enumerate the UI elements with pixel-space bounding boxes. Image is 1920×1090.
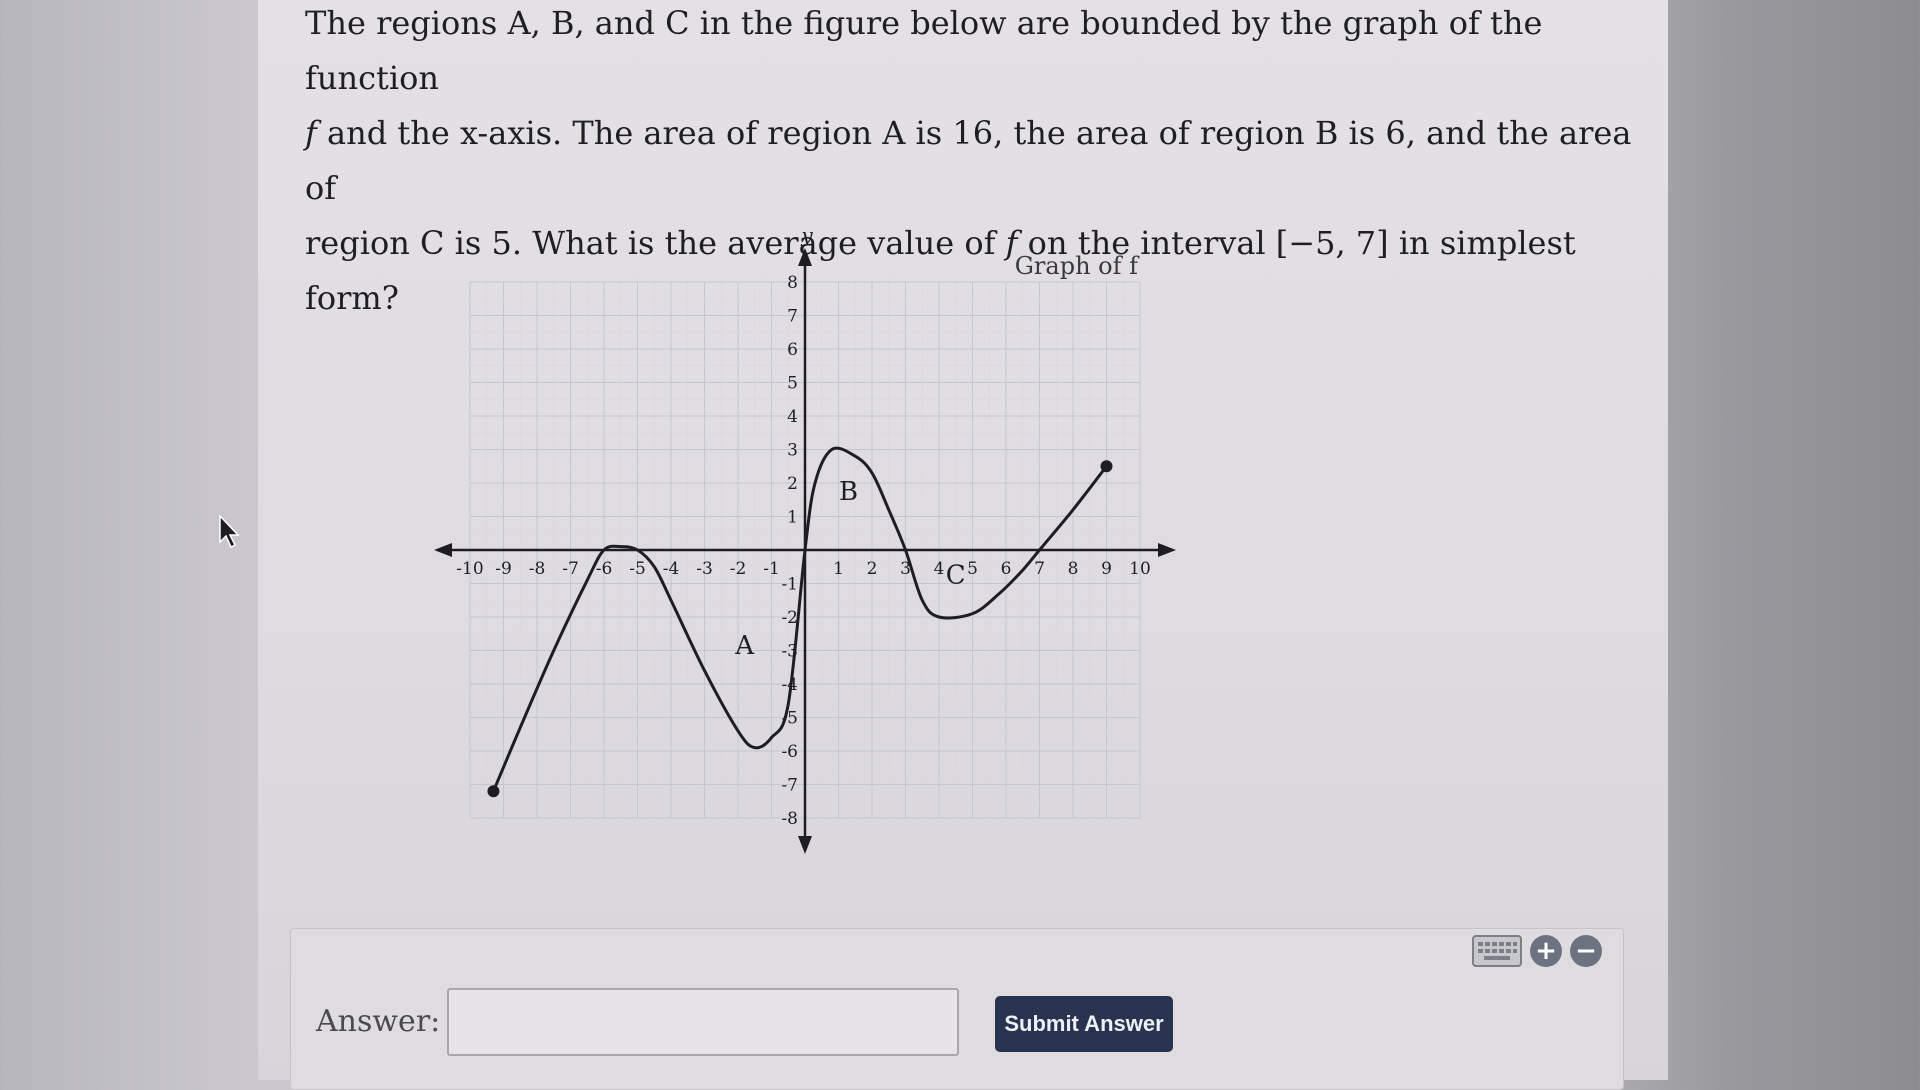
y-tick-label: 6 [787,340,798,360]
x-tick-label: 9 [1101,559,1112,579]
region-label-b: B [839,477,858,507]
chart-title: Graph of f [1015,252,1140,280]
minus-icon[interactable]: − [1570,935,1602,967]
x-tick-label: -10 [456,559,483,579]
x-tick-label: 2 [867,559,878,579]
y-axis-label: y [800,223,813,247]
x-tick-label: -1 [763,559,780,579]
curve-endpoint [1100,460,1113,473]
y-tick-label: 5 [787,374,798,394]
y-tick-label: 7 [787,307,798,327]
region-label-c: C [946,561,966,591]
submit-answer-button[interactable]: Submit Answer [995,996,1173,1052]
answer-tools: + − [1472,935,1602,967]
y-tick-label: -8 [781,809,798,829]
answer-input[interactable] [447,988,959,1056]
interval-notation: [−5, 7] [1275,224,1389,262]
x-tick-label: -8 [529,559,546,579]
keyboard-icon[interactable] [1472,935,1522,967]
question-line-1: The regions A, B, and C in the figure be… [305,4,1543,97]
region-label-a: A [734,631,755,661]
x-tick-label: 1 [833,559,844,579]
y-tick-label: 1 [787,508,798,528]
answer-label: Answer: [316,1004,441,1039]
function-symbol: f [305,114,317,152]
x-tick-label: -5 [629,559,646,579]
y-tick-label: -2 [781,608,798,628]
x-tick-label: 5 [967,559,978,579]
x-tick-label: 8 [1068,559,1079,579]
x-axis-arrow-right [1158,543,1176,557]
x-axis-arrow-left [434,543,452,557]
x-tick-label: 6 [1001,559,1012,579]
plus-icon[interactable]: + [1530,935,1562,967]
curve-endpoint [487,785,500,798]
x-tick-label: -9 [495,559,512,579]
y-axis-arrow-down [798,836,812,854]
y-tick-label: -6 [781,742,798,762]
y-tick-label: 3 [787,441,798,461]
y-axis-arrow-up [798,248,812,266]
x-tick-label: -7 [562,559,579,579]
x-tick-label: 7 [1034,559,1045,579]
y-tick-label: 2 [787,474,798,494]
y-tick-label: -1 [781,575,798,595]
x-tick-label: -4 [663,559,680,579]
y-tick-label: -7 [781,776,798,796]
x-tick-label: 4 [934,559,945,579]
question-line-2-text: and the x-axis. The area of region A is … [305,114,1632,207]
function-graph: -10 -9 -8 -7 -6 -5 -4 -3 -2 -1 1 2 3 4 5 6 7 8 9 10 8 7 6 5 4 3 2 1… [420,220,1180,860]
x-tick-label: 10 [1129,559,1151,579]
x-tick-label: -3 [696,559,713,579]
mouse-cursor-icon [219,514,240,549]
x-tick-label: -2 [730,559,747,579]
y-tick-label: 8 [787,273,798,293]
x-tick-label: -6 [596,559,613,579]
y-tick-label: 4 [787,407,798,427]
question-line-2: f and the x-axis. The area of region A i… [305,106,1645,216]
graph-svg: -10 -9 -8 -7 -6 -5 -4 -3 -2 -1 1 2 3 4 5 6 7 8 9 1087654321… [434,223,1176,854]
